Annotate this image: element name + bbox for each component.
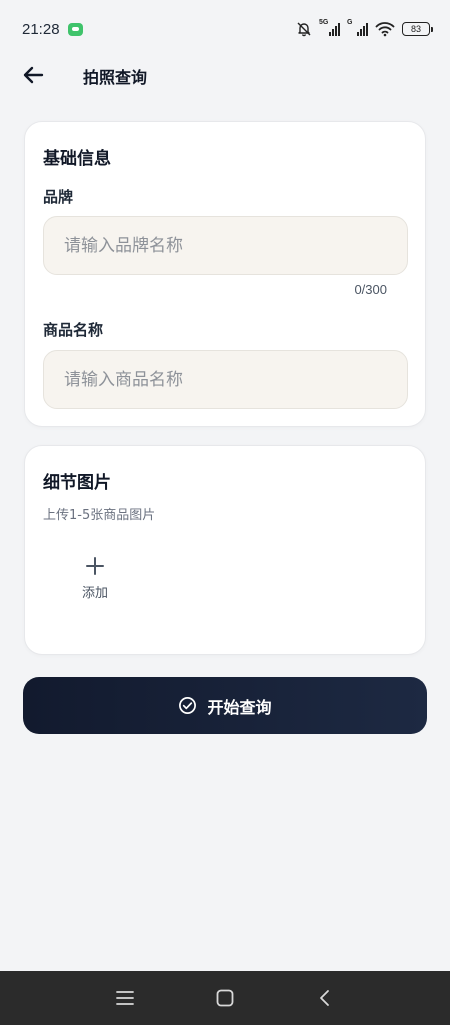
- brand-label: 品牌: [43, 188, 74, 206]
- menu-icon: [116, 991, 134, 1005]
- start-query-label: 开始查询: [207, 697, 272, 717]
- start-query-button[interactable]: 开始查询: [23, 677, 427, 734]
- plus-icon: [86, 557, 104, 575]
- product-name-label: 商品名称: [43, 321, 104, 339]
- detail-images-subtitle: 上传1-5张商品图片: [43, 508, 156, 523]
- detail-images-title: 细节图片: [43, 473, 111, 493]
- signal-tag-g: G: [347, 19, 353, 26]
- add-image-button[interactable]: 添加: [69, 556, 121, 616]
- system-nav-bar: [0, 971, 450, 1025]
- detail-images-card: 细节图片 上传1-5张商品图片 添加: [24, 445, 426, 655]
- battery-level: 83: [410, 24, 421, 34]
- signal-icon: 5G: [319, 19, 340, 36]
- signal-icon-secondary: G: [347, 19, 368, 36]
- header: 拍照查询: [0, 58, 450, 92]
- bell-muted-icon: [297, 22, 311, 37]
- menu-button[interactable]: [113, 986, 137, 1010]
- signal-tag-5g: 5G: [319, 19, 329, 26]
- brand-input[interactable]: [43, 216, 408, 275]
- system-back-button[interactable]: [313, 986, 337, 1010]
- app-notification-icon: [67, 22, 83, 36]
- page-title: 拍照查询: [83, 68, 148, 87]
- status-time: 21:28: [22, 20, 60, 38]
- status-left: 21:28: [22, 21, 83, 38]
- basic-info-card: 基础信息 品牌 0/300 商品名称: [24, 121, 426, 427]
- back-button[interactable]: [20, 62, 46, 88]
- product-name-input[interactable]: [43, 350, 408, 409]
- basic-info-title: 基础信息: [43, 149, 111, 169]
- home-square-icon: [216, 989, 234, 1007]
- check-circle-icon: [179, 697, 197, 714]
- battery-icon: 83: [402, 22, 433, 36]
- status-right: 5G G 83: [296, 19, 433, 37]
- arrow-left-icon: [23, 66, 44, 84]
- status-bar: 21:28 5G G 83: [0, 0, 450, 58]
- wifi-icon: [375, 22, 395, 37]
- back-chevron-icon: [320, 990, 329, 1006]
- brand-char-counter: 0/300: [354, 282, 387, 297]
- home-button[interactable]: [213, 986, 237, 1010]
- add-image-label: 添加: [81, 586, 108, 601]
